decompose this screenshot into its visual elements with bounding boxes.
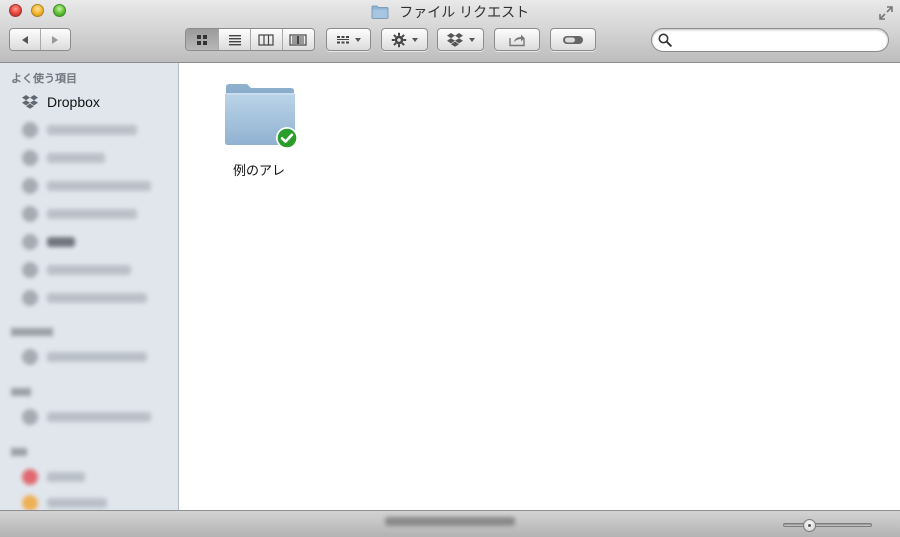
redacted-label xyxy=(47,412,151,422)
coverflow-view-button[interactable] xyxy=(281,29,314,50)
forward-button[interactable] xyxy=(39,29,70,50)
action-menu-button[interactable] xyxy=(381,28,428,51)
file-item-label: 例のアレ xyxy=(232,163,285,178)
sidebar-section-header-redacted xyxy=(11,388,31,396)
sidebar-item-redacted[interactable] xyxy=(0,258,178,282)
redacted-status xyxy=(385,517,515,526)
redacted-label xyxy=(47,265,131,275)
sidebar-item-redacted[interactable] xyxy=(0,146,178,170)
tag-toggle-icon xyxy=(563,35,583,44)
share-button[interactable] xyxy=(494,28,540,51)
column-view-button[interactable] xyxy=(250,29,282,50)
icon-view-icon xyxy=(197,34,208,45)
finder-window: ファイル リクエスト よく使う項目 Dropbox 例のアレ xyxy=(0,0,900,537)
redacted-icon xyxy=(22,178,38,194)
chevron-down-icon xyxy=(469,37,475,42)
sidebar-item-dropbox[interactable]: Dropbox xyxy=(0,90,178,114)
dropbox-icon xyxy=(447,32,463,47)
sidebar-item-redacted[interactable] xyxy=(0,465,178,489)
list-view-icon xyxy=(228,34,241,45)
redacted-icon xyxy=(22,262,38,278)
tag-red-icon xyxy=(22,469,38,485)
coverflow-view-icon xyxy=(289,33,307,46)
redacted-icon xyxy=(22,290,38,306)
sidebar-item-redacted[interactable] xyxy=(0,202,178,226)
view-mode-segment xyxy=(185,28,315,51)
sidebar-section-header-redacted xyxy=(11,328,53,336)
chevron-down-icon xyxy=(355,37,361,42)
file-browser-content[interactable]: 例のアレ xyxy=(179,63,900,510)
sidebar-item-redacted[interactable] xyxy=(0,345,178,369)
folder-icon xyxy=(371,5,389,19)
redacted-label xyxy=(47,293,147,303)
icon-size-slider-knob[interactable] xyxy=(802,519,816,532)
redacted-label xyxy=(47,498,107,508)
sidebar-item-redacted[interactable] xyxy=(0,230,178,254)
icon-size-slider[interactable] xyxy=(783,519,872,532)
redacted-label xyxy=(47,209,137,219)
sidebar-item-redacted[interactable] xyxy=(0,405,178,429)
icon-view-button[interactable] xyxy=(186,29,219,50)
file-item-folder[interactable]: 例のアレ xyxy=(219,81,299,179)
search-icon xyxy=(658,33,672,47)
tags-toggle-button[interactable] xyxy=(550,28,596,51)
redacted-icon xyxy=(22,122,38,138)
redacted-label xyxy=(47,153,105,163)
search-input[interactable] xyxy=(676,31,880,51)
redacted-icon xyxy=(22,349,38,365)
back-button[interactable] xyxy=(10,29,40,50)
search-field[interactable] xyxy=(651,28,889,52)
sidebar-item-redacted[interactable] xyxy=(0,286,178,310)
tag-orange-icon xyxy=(22,495,38,511)
window-title-bar: ファイル リクエスト xyxy=(0,2,900,22)
list-view-button[interactable] xyxy=(218,29,250,50)
nav-segment xyxy=(9,28,71,51)
dropbox-icon xyxy=(22,95,38,109)
column-view-icon xyxy=(258,33,274,46)
toolbar: ファイル リクエスト xyxy=(0,0,900,63)
redacted-label xyxy=(47,472,85,482)
sidebar-item-redacted[interactable] xyxy=(0,174,178,198)
redacted-icon xyxy=(22,206,38,222)
sidebar-section-header-redacted xyxy=(11,448,27,456)
redacted-label xyxy=(47,237,75,247)
forward-arrow-icon xyxy=(52,35,59,44)
share-icon xyxy=(509,34,525,46)
sidebar-item-redacted[interactable] xyxy=(0,118,178,142)
redacted-label xyxy=(47,181,151,191)
sidebar-favorites-header: よく使う項目 xyxy=(11,73,77,85)
gear-icon xyxy=(391,32,407,47)
redacted-icon xyxy=(22,150,38,166)
redacted-icon xyxy=(22,234,38,250)
dropbox-menu-button[interactable] xyxy=(437,28,484,51)
redacted-icon xyxy=(22,409,38,425)
back-arrow-icon xyxy=(21,35,28,44)
fullscreen-arrows-icon[interactable] xyxy=(878,5,894,21)
redacted-label xyxy=(47,352,147,362)
arrange-icon xyxy=(337,35,349,43)
chevron-down-icon xyxy=(412,37,418,42)
arrange-button[interactable] xyxy=(326,28,371,51)
synced-check-icon xyxy=(276,127,298,149)
window-title: ファイル リクエスト xyxy=(399,4,530,20)
redacted-label xyxy=(47,125,137,135)
status-bar xyxy=(0,510,900,537)
sidebar: よく使う項目 Dropbox xyxy=(0,63,179,511)
sidebar-item-label: Dropbox xyxy=(47,94,100,110)
status-text-redacted xyxy=(0,517,900,529)
